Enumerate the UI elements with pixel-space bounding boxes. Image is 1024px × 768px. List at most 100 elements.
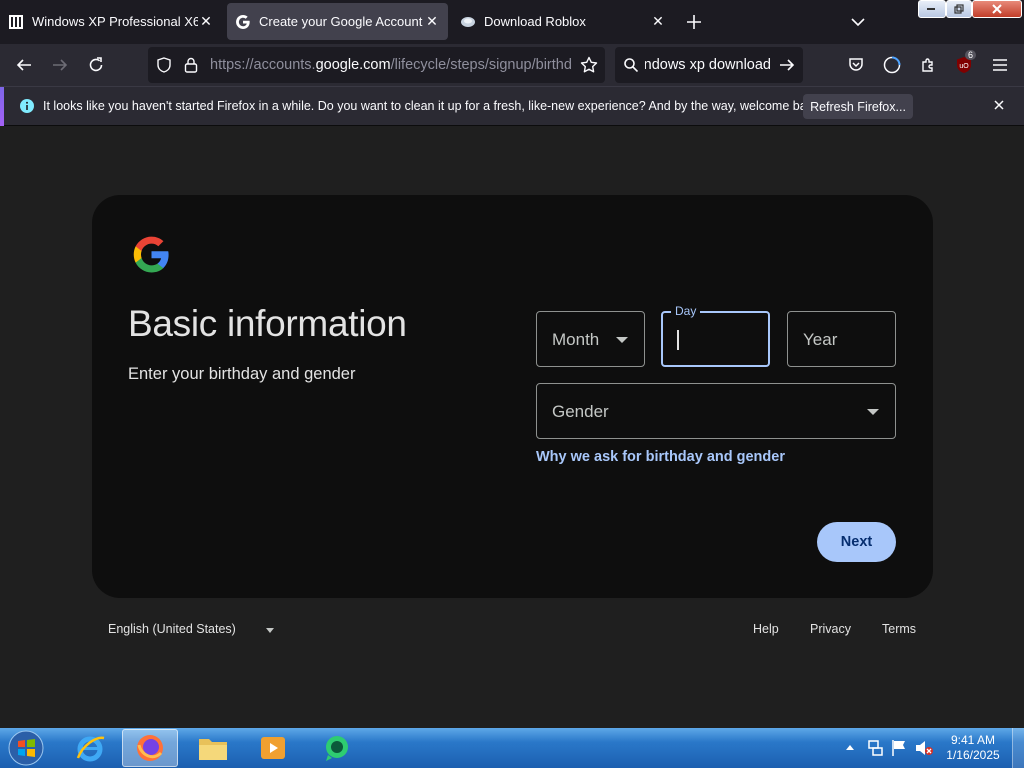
- tab-title: Windows XP Professional X64 E: [32, 14, 198, 29]
- tracking-protection-shield-icon[interactable]: [156, 57, 172, 73]
- gender-placeholder: Gender: [552, 402, 609, 421]
- chat-bubble-icon: [326, 736, 348, 761]
- svg-text:uO: uO: [959, 63, 969, 70]
- year-placeholder: Year: [803, 330, 838, 349]
- close-tab-icon[interactable]: ✕: [424, 13, 440, 30]
- puzzle-icon: [922, 58, 933, 72]
- tab-windows-xp[interactable]: Windows XP Professional X64 E ✕: [0, 3, 222, 40]
- text-cursor: [677, 330, 679, 350]
- volume-muted-icon[interactable]: [914, 739, 934, 757]
- internet-explorer-icon: [76, 736, 105, 762]
- privacy-link[interactable]: Privacy: [810, 622, 851, 636]
- year-input[interactable]: Year: [787, 311, 896, 367]
- close-notification-icon[interactable]: [993, 99, 1005, 111]
- close-tab-icon[interactable]: ✕: [650, 13, 666, 30]
- start-button[interactable]: [6, 729, 46, 767]
- extension-badge: 6: [964, 50, 976, 60]
- page-icon: [460, 14, 476, 30]
- windows-orb-icon: [8, 730, 44, 766]
- minimize-button[interactable]: [918, 0, 946, 18]
- clock-time: 9:41 AM: [950, 733, 996, 747]
- tab-title: Create your Google Account: [259, 14, 423, 29]
- folder-icon: [199, 739, 227, 760]
- new-tab-button[interactable]: [682, 10, 706, 34]
- back-arrow-icon: [16, 59, 31, 71]
- month-select[interactable]: Month: [536, 311, 645, 367]
- url-text[interactable]: https://accounts.google.com/lifecycle/st…: [210, 57, 572, 73]
- forward-arrow-icon: [53, 59, 68, 71]
- firefox-icon: [137, 735, 163, 761]
- go-arrow-icon[interactable]: [779, 58, 795, 72]
- notification-accent: [0, 87, 4, 126]
- tab-title: Download Roblox: [484, 14, 586, 29]
- chevron-down-icon: [851, 17, 865, 26]
- plus-icon: [687, 15, 701, 29]
- gender-select[interactable]: Gender: [536, 383, 896, 439]
- restore-button[interactable]: [946, 0, 972, 18]
- taskbar-internet-explorer[interactable]: [62, 729, 118, 767]
- url-domain: google.com: [315, 57, 391, 73]
- page-content: Basic information Enter your birthday an…: [0, 127, 1024, 728]
- help-link[interactable]: Help: [753, 622, 779, 636]
- notification-message: It looks like you haven't started Firefo…: [43, 99, 823, 113]
- day-label: Day: [671, 304, 701, 318]
- close-tab-icon[interactable]: ✕: [198, 13, 214, 30]
- show-hidden-icons-icon[interactable]: [846, 744, 854, 750]
- pocket-button[interactable]: [840, 49, 872, 81]
- hamburger-menu-icon: [993, 59, 1007, 71]
- taskbar: 9:41 AM 1/16/2025: [0, 728, 1024, 768]
- list-all-tabs-button[interactable]: [846, 10, 870, 34]
- pocket-icon: [849, 58, 863, 71]
- forward-button[interactable]: [44, 49, 76, 81]
- terms-link[interactable]: Terms: [882, 622, 916, 636]
- account-icon: [883, 56, 901, 74]
- page-title: Basic information: [128, 303, 407, 344]
- google-icon: [235, 14, 251, 30]
- refresh-firefox-button[interactable]: Refresh Firefox...: [803, 94, 913, 119]
- action-center-flag-icon[interactable]: [891, 739, 907, 757]
- page-subtitle: Enter your birthday and gender: [128, 365, 356, 383]
- next-button[interactable]: Next: [817, 522, 896, 562]
- account-button[interactable]: [876, 49, 908, 81]
- menu-button[interactable]: [984, 49, 1016, 81]
- clock[interactable]: 9:41 AM 1/16/2025: [940, 733, 1006, 763]
- why-we-ask-link[interactable]: Why we ask for birthday and gender: [536, 449, 785, 465]
- close-window-button[interactable]: [972, 0, 1022, 18]
- month-placeholder: Month: [552, 330, 600, 349]
- taskbar-firefox[interactable]: [122, 729, 178, 767]
- notification-bar: It looks like you haven't started Firefo…: [0, 86, 1024, 126]
- signup-card: Basic information Enter your birthday an…: [92, 195, 933, 598]
- bookmark-star-icon[interactable]: [580, 56, 598, 74]
- clock-date: 1/16/2025: [946, 748, 1000, 762]
- day-input[interactable]: Day: [661, 304, 770, 367]
- dropdown-arrow-icon: [867, 409, 879, 415]
- library-icon: [8, 14, 24, 30]
- extensions-button[interactable]: [912, 49, 944, 81]
- show-desktop-button[interactable]: [1012, 728, 1024, 768]
- tab-strip: Windows XP Professional X64 E ✕ Create y…: [0, 0, 1024, 44]
- google-logo-icon: [131, 234, 172, 275]
- restore-icon: [954, 4, 964, 14]
- info-icon: [19, 98, 35, 114]
- ublock-button[interactable]: uO 6: [948, 49, 980, 81]
- url-prefix: https://accounts.: [210, 57, 316, 73]
- media-player-icon: [261, 737, 285, 759]
- taskbar-explorer[interactable]: [185, 729, 241, 767]
- close-icon: [992, 4, 1002, 14]
- tab-google-account[interactable]: Create your Google Account ✕: [227, 3, 448, 40]
- taskbar-media-player[interactable]: [245, 729, 301, 767]
- url-bar[interactable]: https://accounts.google.com/lifecycle/st…: [148, 47, 605, 83]
- tab-download-roblox[interactable]: Download Roblox ✕: [452, 3, 674, 40]
- reload-button[interactable]: [80, 49, 112, 81]
- search-input[interactable]: windows xp download: [645, 57, 771, 73]
- search-icon: [624, 58, 638, 72]
- back-button[interactable]: [8, 49, 40, 81]
- language-dropdown-arrow-icon[interactable]: [266, 628, 274, 633]
- dropdown-arrow-icon: [616, 337, 628, 343]
- navigation-toolbar: https://accounts.google.com/lifecycle/st…: [0, 44, 1024, 86]
- taskbar-app[interactable]: [309, 729, 365, 767]
- lock-icon[interactable]: [184, 57, 198, 73]
- search-bar[interactable]: windows xp download: [615, 47, 803, 83]
- network-icon[interactable]: [866, 739, 884, 757]
- language-select[interactable]: English (United States): [108, 622, 236, 636]
